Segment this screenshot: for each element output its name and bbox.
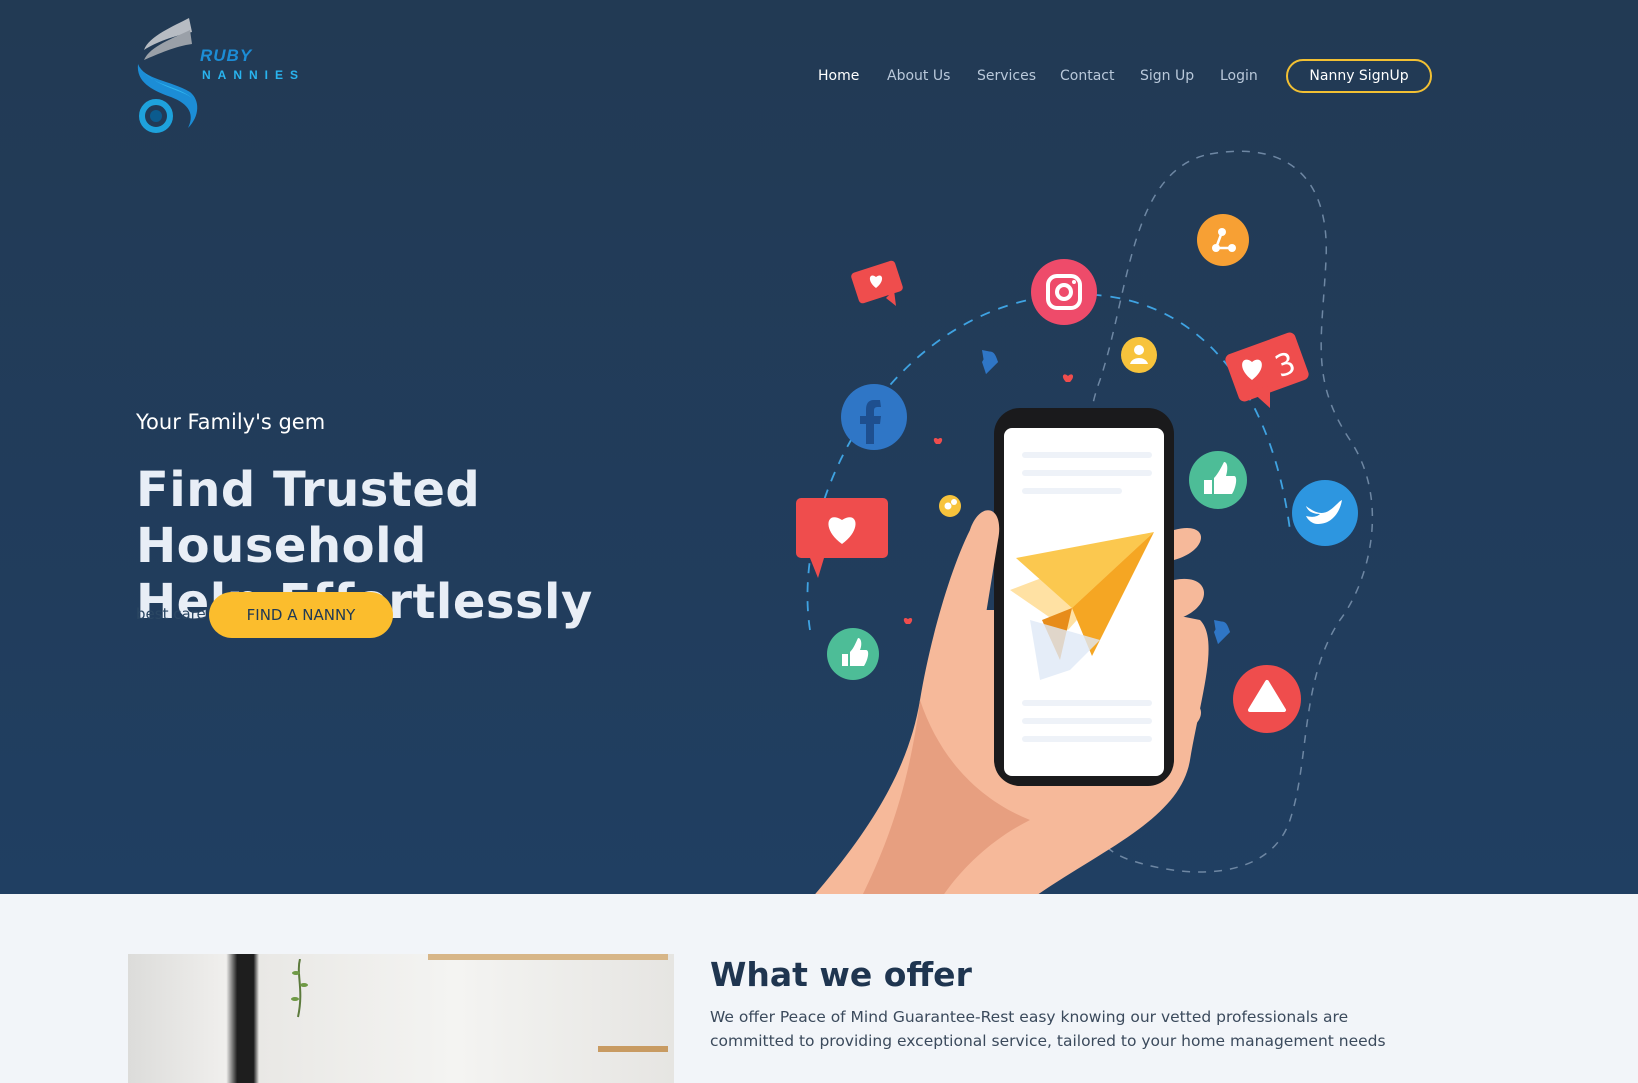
small-heart-icon-3: [903, 617, 913, 624]
youtube-play-icon: [1233, 665, 1301, 733]
hero-subtle-text: best care: [136, 605, 206, 623]
photo-shelf-2: [598, 1046, 668, 1052]
like-outline-right-icon: [1214, 620, 1230, 644]
user-icon: [1121, 337, 1157, 373]
nav-item-login[interactable]: Login: [1220, 68, 1258, 84]
thumbs-up-small-icon: [827, 628, 879, 680]
like-count-bubble: 3: [1225, 332, 1309, 408]
offer-photo: [128, 954, 674, 1083]
hero-tagline: Your Family's gem: [136, 410, 326, 434]
hero-section: RUBY NANNIES Home About Us Services Cont…: [0, 0, 1638, 894]
instagram-icon: [1031, 259, 1097, 325]
headline-line-1: Find Trusted Household: [136, 462, 481, 574]
small-heart-icon-2: [933, 437, 943, 444]
nav-item-about-us[interactable]: About Us: [887, 68, 950, 84]
heart-chat-icon: [851, 260, 903, 306]
main-nav: Home About Us Services Contact Sign Up L…: [0, 56, 1638, 96]
photo-shelf: [428, 954, 668, 960]
nav-item-services[interactable]: Services: [977, 68, 1036, 84]
like-outline-icon: [982, 350, 998, 374]
people-icon: [939, 495, 961, 517]
social-phone-illustration: 3: [796, 150, 1374, 894]
twitter-icon: [1292, 480, 1358, 546]
nav-item-sign-up[interactable]: Sign Up: [1140, 68, 1194, 84]
nav-item-home[interactable]: Home: [818, 68, 859, 84]
offer-title: What we offer: [710, 955, 972, 994]
small-heart-icon: [1062, 374, 1074, 382]
offer-description: We offer Peace of Mind Guarantee-Rest ea…: [710, 1008, 1386, 1050]
nav-item-contact[interactable]: Contact: [1060, 68, 1114, 84]
nanny-signup-button[interactable]: Nanny SignUp: [1286, 59, 1432, 93]
share-icon: [1197, 214, 1249, 266]
find-a-nanny-button[interactable]: FIND A NANNY: [209, 592, 393, 638]
facebook-icon: [841, 384, 907, 450]
plant-icon: [291, 959, 308, 1018]
thumbs-up-icon: [1189, 451, 1247, 509]
